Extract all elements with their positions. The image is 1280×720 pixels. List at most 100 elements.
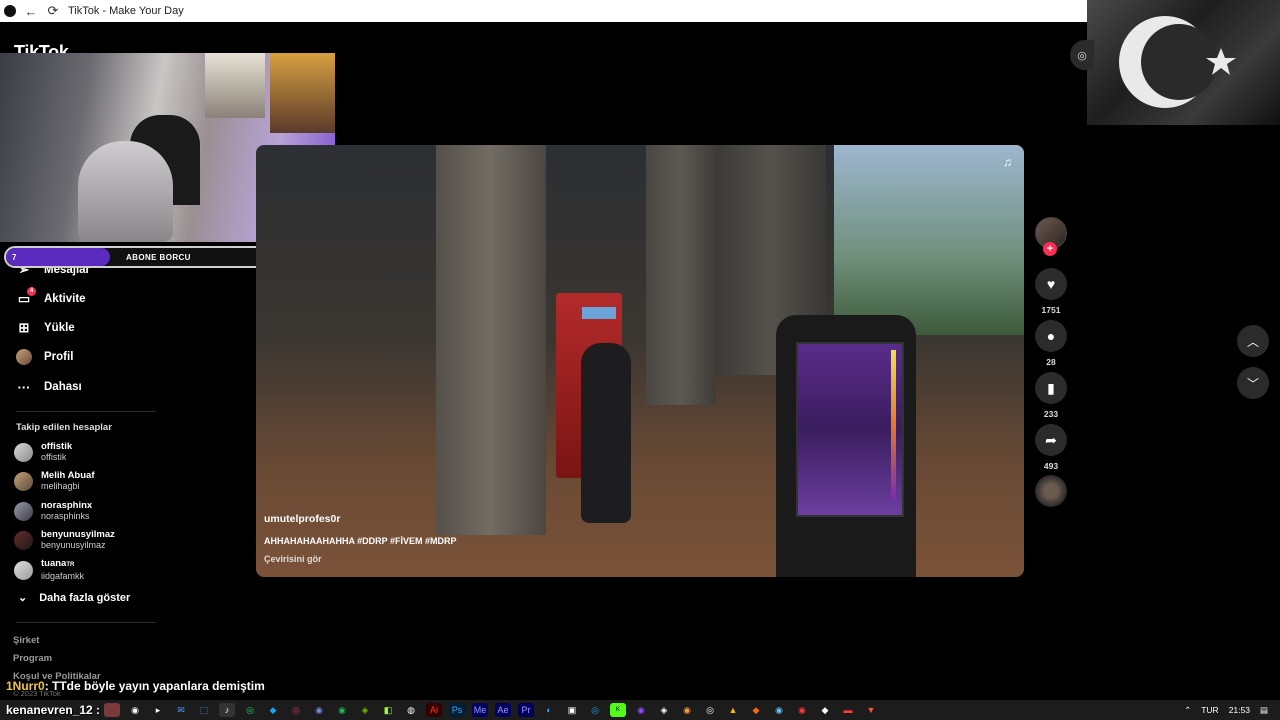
brave-icon[interactable]: ▼ <box>863 703 879 717</box>
steam-icon[interactable]: ◉ <box>771 703 787 717</box>
follow-button[interactable]: + <box>1043 242 1057 256</box>
app-icon[interactable]: ◉ <box>794 703 810 717</box>
app-icon[interactable]: ◈ <box>357 703 373 717</box>
sidebar-item-more[interactable]: ··· Dahası <box>16 379 82 395</box>
app-icon[interactable]: ▸ <box>150 703 166 717</box>
sidebar-item-upload[interactable]: ⊞ Yükle <box>16 320 75 336</box>
app-icon[interactable]: K <box>610 703 626 717</box>
footer-link-company[interactable]: Şirket <box>13 635 39 646</box>
footer-link-program[interactable]: Program <box>13 653 52 664</box>
clock[interactable]: 21:53 <box>1229 705 1250 715</box>
sidebar-item-activity[interactable]: ▭ 4 Aktivite <box>16 287 86 307</box>
app-icon[interactable]: ◉ <box>127 703 143 717</box>
streamer <box>78 141 173 242</box>
video-scene <box>436 145 546 535</box>
chevron-up-icon: ︿ <box>1246 334 1259 349</box>
crescent-star-icon <box>1119 16 1236 108</box>
video-scene <box>646 145 716 405</box>
app-icon[interactable]: ⬚ <box>196 703 212 717</box>
app-icon[interactable]: ✉ <box>173 703 189 717</box>
spotify-icon[interactable]: ◉ <box>334 703 350 717</box>
browser-title-bar: ← ⟳ TikTok - Make Your Day <box>0 0 1087 22</box>
video-author[interactable]: umutelprofes0r <box>264 513 340 525</box>
chevron-down-icon: ﹀ <box>1246 376 1259 391</box>
app-icon[interactable]: ◎ <box>702 703 718 717</box>
app-icon[interactable] <box>104 703 120 717</box>
plus-square-icon: ⊞ <box>18 320 30 335</box>
taskbar-chat-user: kenanevren_12 : <box>6 703 101 717</box>
avatar <box>14 442 33 462</box>
following-account[interactable]: offistik offistik <box>14 441 72 463</box>
account-name: offistik <box>41 441 73 452</box>
discord-icon[interactable]: ◉ <box>311 703 327 717</box>
save-count: 233 <box>1043 409 1059 419</box>
app-icon[interactable]: ◉ <box>633 703 649 717</box>
divider <box>16 622 156 623</box>
translate-link[interactable]: Çevirisini gör <box>264 554 322 564</box>
like-button[interactable]: ♥ <box>1035 268 1067 300</box>
app-icon[interactable]: Ps <box>449 703 465 717</box>
avatar <box>14 530 33 550</box>
following-account[interactable]: tuanaTR iidgafamkk <box>14 558 84 582</box>
app-icon[interactable]: ◎ <box>288 703 304 717</box>
inbox-icon: ▭ 4 <box>16 287 36 307</box>
show-more-button[interactable]: ⌄ Daha fazla göster <box>18 591 131 605</box>
app-icon[interactable]: ◐ <box>541 703 557 717</box>
system-tray: ⌃ TUR 21:53 ▤ <box>1184 700 1280 720</box>
avatar <box>14 471 33 491</box>
following-section-title: Takip edilen hesaplar <box>16 422 112 433</box>
app-icon[interactable]: ◍ <box>403 703 419 717</box>
video-player[interactable]: ♫ umutelprofes0r AHHAHAHAAHAHHA #DDRP #F… <box>256 145 1024 577</box>
language-indicator[interactable]: TUR <box>1201 705 1218 715</box>
search-icon[interactable]: ◎ <box>1070 40 1094 70</box>
app-icon[interactable]: ◆ <box>265 703 281 717</box>
app-icon[interactable]: ◉ <box>679 703 695 717</box>
app-icon[interactable]: ◆ <box>817 703 833 717</box>
show-more-label: Daha fazla göster <box>39 591 131 604</box>
previous-video-button[interactable]: ︿ <box>1237 325 1269 357</box>
comment-button[interactable]: ● <box>1035 320 1067 352</box>
sidebar-item-label: Dahası <box>44 381 82 393</box>
sidebar-item-label: Profil <box>44 351 74 363</box>
following-account[interactable]: Melih Abuaf melihagbi <box>14 470 94 492</box>
app-icon[interactable]: ◆ <box>748 703 764 717</box>
next-video-button[interactable]: ﹀ <box>1237 367 1269 399</box>
tiktok-app-icon[interactable]: ♪ <box>219 703 235 717</box>
share-button[interactable]: ➦ <box>1035 424 1067 456</box>
music-disc[interactable] <box>1035 475 1067 507</box>
sidebar-item-profile[interactable]: Profil <box>16 349 73 365</box>
comment-icon: ● <box>1046 328 1056 344</box>
chevron-up-icon[interactable]: ⌃ <box>1184 705 1191 716</box>
app-icon[interactable]: ◈ <box>656 703 672 717</box>
poster-image <box>205 53 265 118</box>
app-icon[interactable]: Ai <box>426 703 442 717</box>
browser-logo-icon <box>4 5 16 17</box>
following-account[interactable]: benyunusyilmaz benyunusyilmaz <box>14 529 115 551</box>
comment-count: 28 <box>1046 357 1056 367</box>
account-username: norasphinks <box>41 511 90 521</box>
avatar <box>14 501 33 521</box>
account-name: Melih Abuaf <box>41 470 95 481</box>
app-icon[interactable]: ▲ <box>725 703 741 717</box>
app-icon[interactable]: ▣ <box>564 703 580 717</box>
app-icon[interactable]: Pr <box>518 703 534 717</box>
notification-icon[interactable]: ▤ <box>1260 705 1268 716</box>
app-icon[interactable]: Ae <box>495 703 511 717</box>
stream-chat-message: 1Nurr0: TTde böyle yayın yapanlara demiş… <box>6 679 265 693</box>
chat-username: 1Nurr0 <box>6 679 45 693</box>
app-icon[interactable]: Me <box>472 703 488 717</box>
app-icon[interactable]: ▬ <box>840 703 856 717</box>
browser-tab-title: TikTok - Make Your Day <box>68 5 184 17</box>
back-arrow-icon[interactable]: ← <box>24 4 38 19</box>
whatsapp-icon[interactable]: ◎ <box>242 703 258 717</box>
reload-icon[interactable]: ⟳ <box>46 3 60 18</box>
share-icon: ➦ <box>1045 431 1057 448</box>
following-account[interactable]: norasphinx norasphinks <box>14 500 92 522</box>
avatar <box>14 560 33 580</box>
chevron-down-icon: ⌄ <box>18 592 28 604</box>
poster-image <box>270 53 335 133</box>
app-icon[interactable]: ◧ <box>380 703 396 717</box>
app-icon[interactable]: ◎ <box>587 703 603 717</box>
sub-goal-label: ABONE BORCU <box>126 252 191 262</box>
save-button[interactable]: ▮ <box>1035 372 1067 404</box>
